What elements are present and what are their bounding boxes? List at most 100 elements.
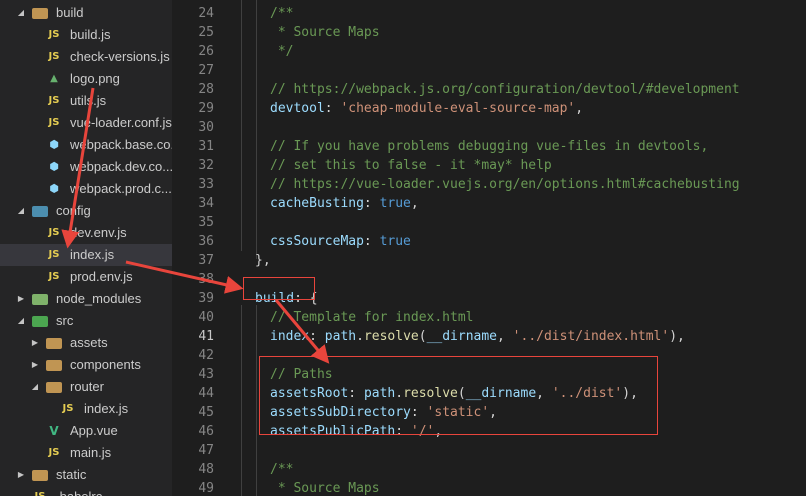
- vue-file-icon: V: [49, 424, 59, 438]
- code-text: // Template for index.html: [270, 308, 474, 327]
- line-number: 38: [198, 272, 214, 287]
- webpack-file-icon: ⬢: [49, 182, 59, 195]
- tree-file[interactable]: JS utils.js: [0, 90, 172, 112]
- tree-item-label: prod.env.js: [70, 269, 133, 284]
- folder-icon: [32, 294, 48, 305]
- line-number: 35: [198, 215, 214, 230]
- tree-file[interactable]: JS vue-loader.conf.js: [0, 112, 172, 134]
- tree-file[interactable]: ⬢ webpack.dev.co...: [0, 156, 172, 178]
- code-line[interactable]: 25 * Source Maps: [172, 23, 806, 42]
- code-line[interactable]: 32 // set this to false - it *may* help: [172, 156, 806, 175]
- webpack-file-icon: ⬢: [49, 160, 59, 173]
- tree-file[interactable]: V App.vue: [0, 420, 172, 442]
- tree-file[interactable]: ▲ logo.png: [0, 68, 172, 90]
- tree-folder[interactable]: ▶ node_modules: [0, 288, 172, 310]
- chevron-right-icon[interactable]: ▶: [30, 332, 40, 354]
- code-text: // https://webpack.js.org/configuration/…: [270, 80, 740, 99]
- code-line[interactable]: 47: [172, 441, 806, 460]
- tree-item-label: static: [56, 467, 87, 482]
- tree-folder[interactable]: ▶ components: [0, 354, 172, 376]
- code-token: __dirname: [426, 329, 498, 344]
- tree-folder[interactable]: ◢ build: [0, 2, 172, 24]
- js-file-icon: JS: [48, 227, 60, 238]
- tree-file[interactable]: ⬢ webpack.base.co...: [0, 134, 172, 156]
- code-line[interactable]: 24 /**: [172, 4, 806, 23]
- code-token: index: [270, 329, 310, 344]
- code-token: // Template for index.html: [270, 310, 474, 325]
- code-text: // If you have problems debugging vue-fi…: [270, 137, 708, 156]
- line-number: 48: [198, 462, 214, 477]
- tree-item-label: index.js: [70, 247, 115, 262]
- tree-file[interactable]: JS build.js: [0, 24, 172, 46]
- chevron-down-icon[interactable]: ◢: [16, 2, 26, 24]
- js-file-icon: JS: [48, 117, 60, 128]
- tree-folder[interactable]: ◢ config: [0, 200, 172, 222]
- code-text: /**: [270, 4, 293, 23]
- line-number: 40: [198, 310, 214, 325]
- line-number: 37: [198, 253, 214, 268]
- code-line[interactable]: 36 cssSourceMap: true: [172, 232, 806, 251]
- code-token: resolve: [363, 329, 419, 344]
- code-token: // https://vue-loader.vuejs.org/en/optio…: [270, 177, 740, 192]
- tree-file[interactable]: ⬢ webpack.prod.c...: [0, 178, 172, 200]
- code-line[interactable]: 27: [172, 61, 806, 80]
- tree-item-label: .babelrc: [56, 486, 102, 496]
- tree-file[interactable]: JS prod.env.js: [0, 266, 172, 288]
- tree-folder[interactable]: ◢ router: [0, 376, 172, 398]
- code-line[interactable]: 35: [172, 213, 806, 232]
- code-line[interactable]: 30: [172, 118, 806, 137]
- tree-item-label: index.js: [84, 401, 129, 416]
- code-line[interactable]: 40 // Template for index.html: [172, 308, 806, 327]
- code-token: * Source Maps: [270, 25, 380, 40]
- tree-file[interactable]: JS index.js: [0, 398, 172, 420]
- chevron-right-icon[interactable]: ▶: [30, 354, 40, 376]
- code-token: // https://webpack.js.org/configuration/…: [270, 82, 740, 97]
- line-number: 39: [198, 291, 214, 306]
- tree-file[interactable]: JS .babelrc: [0, 486, 172, 496]
- chevron-right-icon[interactable]: ▶: [16, 464, 26, 486]
- tree-folder[interactable]: ◢ src: [0, 310, 172, 332]
- code-line[interactable]: 34 cacheBusting: true,: [172, 194, 806, 213]
- code-line[interactable]: 26 */: [172, 42, 806, 61]
- code-token: path: [324, 329, 357, 344]
- tree-file[interactable]: JS index.js: [0, 244, 172, 266]
- chevron-down-icon[interactable]: ◢: [16, 200, 26, 222]
- tree-file[interactable]: JS main.js: [0, 442, 172, 464]
- code-token: (: [418, 329, 427, 344]
- tree-item-label: webpack.dev.co...: [70, 159, 172, 174]
- code-line[interactable]: 28 // https://webpack.js.org/configuratio…: [172, 80, 806, 99]
- tree-file[interactable]: JS dev.env.js: [0, 222, 172, 244]
- tree-folder[interactable]: ▶ static: [0, 464, 172, 486]
- folder-icon: [32, 8, 48, 19]
- code-token: /**: [270, 462, 294, 477]
- folder-icon: [46, 382, 62, 393]
- code-token: * Source Maps: [270, 481, 380, 496]
- code-token: 'cheap-module-eval-source-map': [340, 101, 576, 116]
- code-line[interactable]: 41 index: path.resolve(__dirname, '../dis…: [172, 327, 806, 346]
- code-line[interactable]: 37},: [172, 251, 806, 270]
- line-number: 28: [198, 82, 214, 97]
- chevron-right-icon[interactable]: ▶: [16, 288, 26, 310]
- folder-icon: [46, 360, 62, 371]
- tree-item-label: src: [56, 313, 74, 328]
- folder-icon: [32, 206, 48, 217]
- code-token: // set this to false - it *may* help: [270, 158, 552, 173]
- tree-item-label: config: [56, 203, 91, 218]
- code-text: * Source Maps: [270, 23, 380, 42]
- chevron-down-icon[interactable]: ◢: [30, 376, 40, 398]
- file-explorer: ◢ build JS build.js JS check-versions.js ▲ logo…: [0, 0, 172, 496]
- code-token: ),: [669, 329, 685, 344]
- code-line[interactable]: 49 * Source Maps: [172, 479, 806, 496]
- code-text: devtool: 'cheap-module-eval-source-map',: [270, 99, 583, 118]
- code-line[interactable]: 29 devtool: 'cheap-module-eval-source-map…: [172, 99, 806, 118]
- chevron-down-icon[interactable]: ◢: [16, 310, 26, 332]
- code-token: // If you have problems debugging vue-fi…: [270, 139, 709, 154]
- js-file-icon: JS: [48, 29, 60, 40]
- tree-file[interactable]: JS check-versions.js: [0, 46, 172, 68]
- tree-item-label: main.js: [70, 445, 112, 460]
- code-line[interactable]: 31 // If you have problems debugging vue-…: [172, 137, 806, 156]
- code-token: /**: [270, 6, 294, 21]
- code-line[interactable]: 33 // https://vue-loader.vuejs.org/en/opt…: [172, 175, 806, 194]
- code-line[interactable]: 48 /**: [172, 460, 806, 479]
- tree-folder[interactable]: ▶ assets: [0, 332, 172, 354]
